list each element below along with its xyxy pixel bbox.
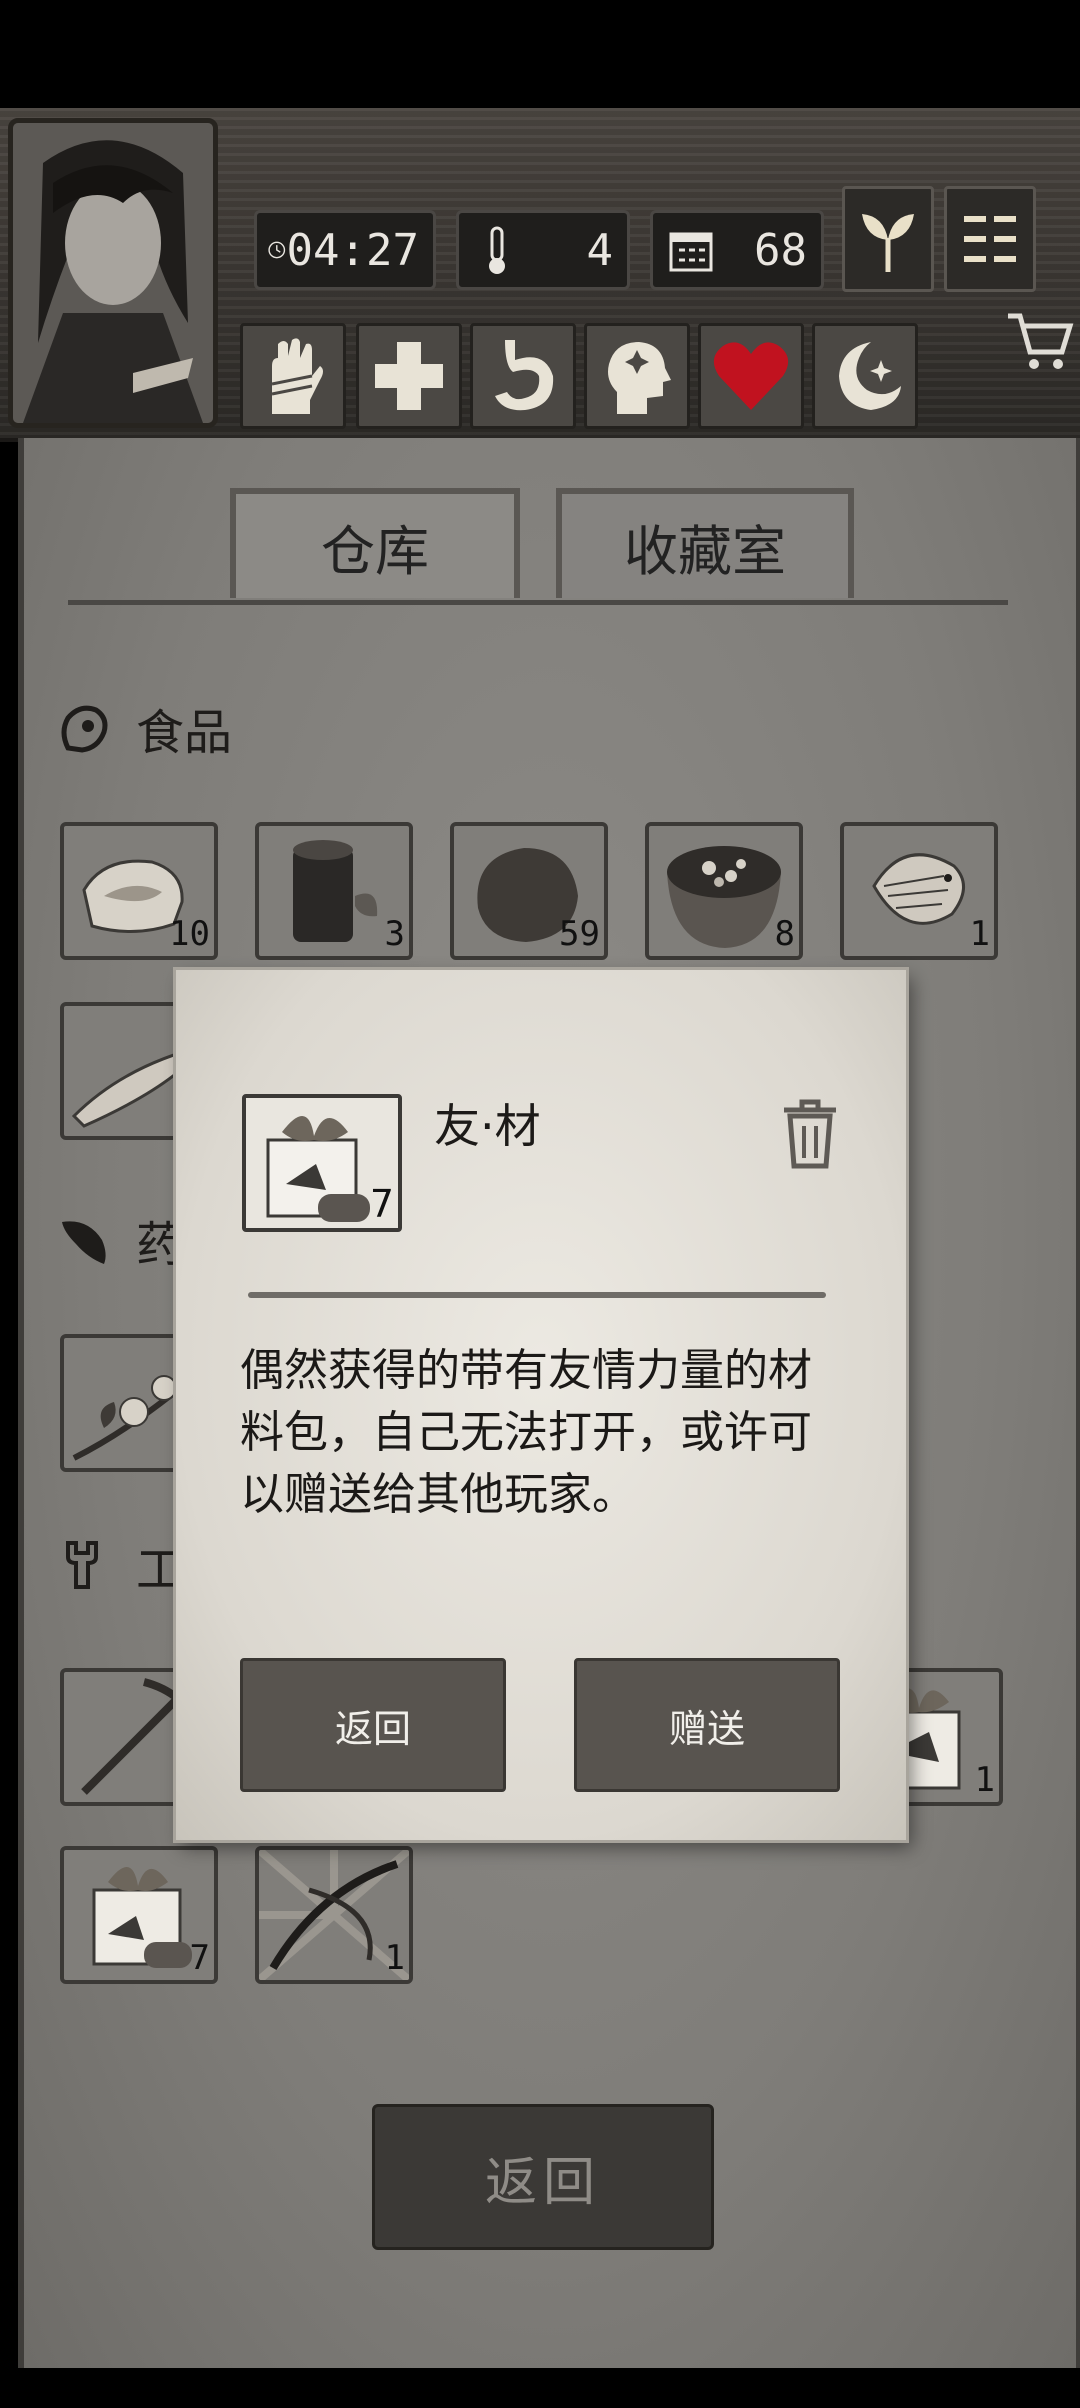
time-value: 04:27 (286, 224, 419, 276)
section-tools-header: 工 (58, 1530, 184, 1600)
heart-icon (713, 342, 789, 410)
section-food-label: 食品 (136, 705, 233, 761)
wrench-icon (66, 1541, 98, 1589)
slot-count: 1 (974, 1760, 995, 1800)
section-medicine-header: 药 (58, 1205, 184, 1275)
tab-collection-room-label: 收藏室 (624, 519, 786, 583)
tab-collection-room[interactable]: 收藏室 (556, 488, 854, 598)
calendar-icon (669, 232, 713, 272)
dialog-item-count: 7 (369, 1182, 394, 1226)
delete-button[interactable] (780, 1096, 840, 1170)
clock-icon (268, 241, 286, 259)
stomach-status[interactable] (470, 323, 576, 429)
character-portrait[interactable] (8, 118, 218, 428)
system-nav-bar (0, 2374, 1080, 2408)
tab-divider (68, 600, 1008, 605)
health-status[interactable] (356, 323, 462, 429)
stomach-icon (495, 340, 554, 411)
slot-count: 3 (384, 914, 405, 954)
dialog-item-slot: 7 (242, 1094, 402, 1232)
menu-button[interactable] (944, 186, 1036, 292)
temperature-display: 4 (456, 210, 630, 290)
tab-warehouse[interactable]: 仓库 (230, 488, 520, 598)
inventory-slot-soup[interactable]: 8 (645, 822, 803, 960)
sprout-button[interactable] (842, 186, 934, 292)
inventory-slot-fish[interactable]: 1 (840, 822, 998, 960)
tab-warehouse-label: 仓库 (321, 519, 429, 583)
slot-count: 7 (189, 1938, 210, 1978)
bandaged-hand-icon (271, 338, 323, 414)
dialog-back-label: 返回 (334, 1706, 411, 1751)
day-display: 68 (650, 210, 824, 290)
plus-icon (375, 342, 443, 410)
dialog-item-name: 友·材 (434, 1099, 541, 1153)
inventory-slot-crossbow[interactable]: 1 (255, 1846, 413, 1984)
heart-status[interactable] (698, 323, 804, 429)
inventory-slot-gift-box-2[interactable]: 7 (60, 1846, 218, 1984)
mind-status[interactable] (584, 323, 690, 429)
dialog-gift-button[interactable]: 赠送 (574, 1658, 840, 1792)
dialog-back-button[interactable]: 返回 (240, 1658, 506, 1792)
section-food-header: 食品 (58, 693, 232, 763)
slot-count: 8 (774, 914, 795, 954)
thermometer-icon (489, 226, 505, 274)
return-button[interactable]: 返回 (372, 2104, 714, 2250)
dialog-divider (248, 1292, 826, 1298)
menu-icon (964, 216, 1016, 262)
moon-icon (839, 342, 901, 410)
inventory-slot-meat[interactable]: 10 (60, 822, 218, 960)
slot-count: 1 (384, 1938, 405, 1978)
return-button-label: 返回 (484, 2152, 601, 2213)
dialog-gift-label: 赠送 (668, 1706, 745, 1751)
day-value: 68 (754, 224, 807, 276)
head-icon (608, 342, 671, 414)
slot-count: 10 (169, 914, 210, 954)
inventory-slot-potato[interactable]: 59 (450, 822, 608, 960)
leaf-icon (62, 1221, 106, 1264)
trash-icon (784, 1099, 836, 1169)
meat-icon (61, 705, 108, 753)
slot-count: 59 (559, 914, 600, 954)
temperature-value: 4 (586, 224, 614, 276)
shop-cart-button[interactable] (1004, 306, 1074, 376)
clock-display: 04:27 (254, 210, 436, 290)
inventory-slot-log[interactable]: 3 (255, 822, 413, 960)
hand-status[interactable] (240, 323, 346, 429)
dialog-description: 偶然获得的带有友情力量的材料包，自己无法打开，或许可以赠送给其他玩家。 (240, 1345, 812, 1520)
slot-count: 1 (969, 914, 990, 954)
sprout-icon (862, 214, 914, 272)
cart-icon (1008, 313, 1074, 369)
sleep-status[interactable] (812, 323, 918, 429)
